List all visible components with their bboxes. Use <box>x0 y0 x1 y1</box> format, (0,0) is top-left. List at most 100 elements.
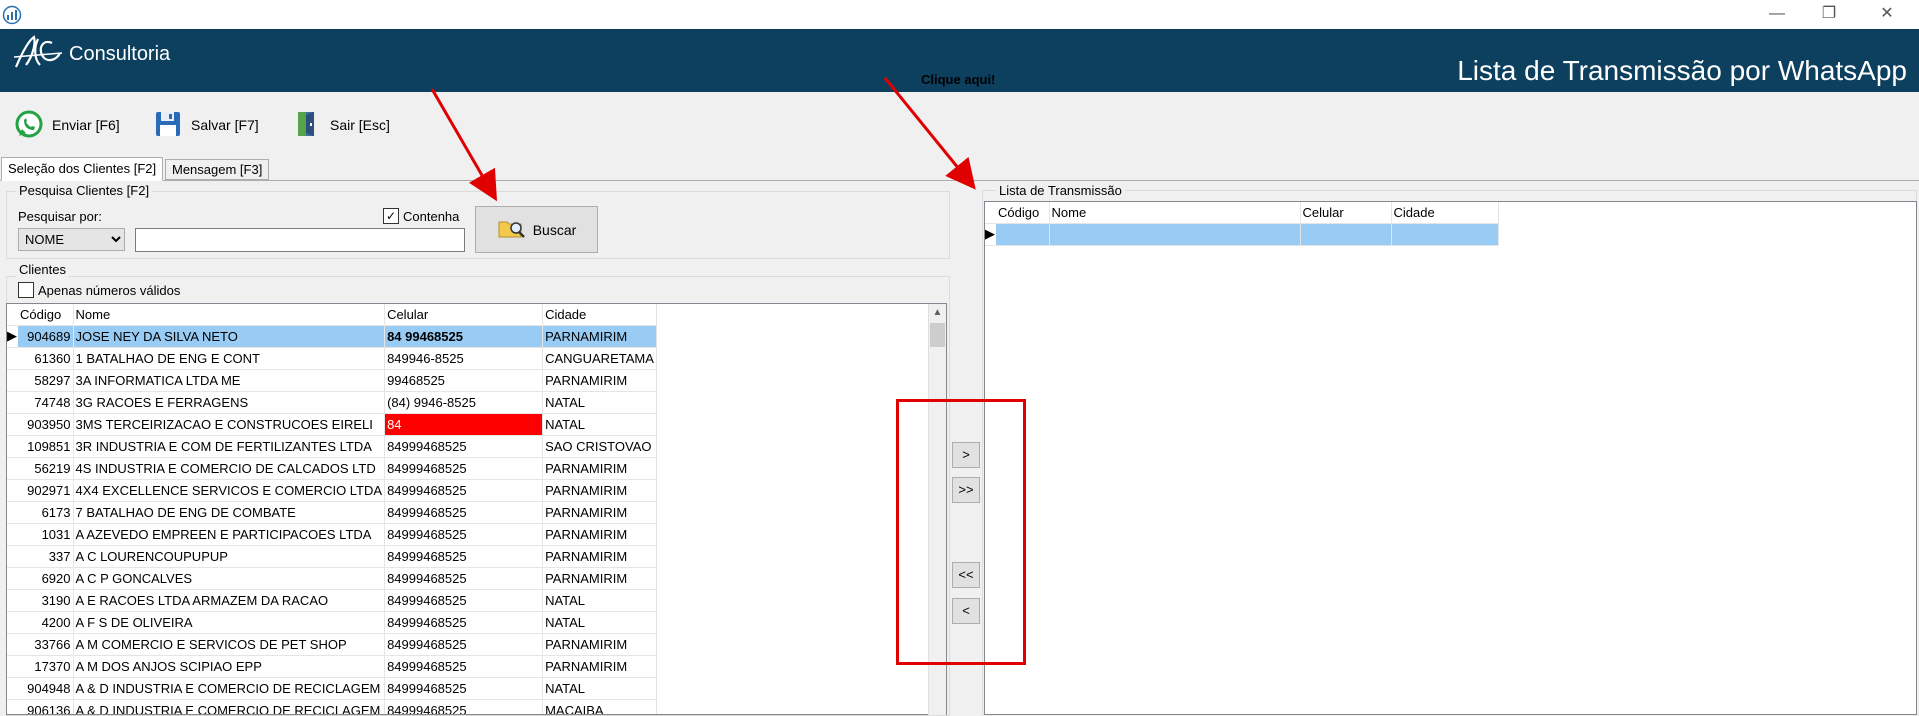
cell-nome[interactable]: A C P GONCALVES <box>73 567 386 590</box>
tab-selecao-clientes[interactable]: Seleção dos Clientes [F2] <box>1 157 164 181</box>
apenas-validos-checkbox[interactable]: Apenas números válidos <box>18 282 180 298</box>
cell-cidade[interactable]: MACAIBA <box>542 699 657 714</box>
cell-nome[interactable]: A E RACOES LTDA ARMAZEM DA RACAO <box>73 589 386 612</box>
cell-cidade[interactable]: PARNAMIRIM <box>542 567 657 590</box>
cell-cidade[interactable]: PARNAMIRIM <box>542 501 657 524</box>
cell-cidade[interactable]: NATAL <box>542 589 657 612</box>
cell-codigo[interactable]: 58297 <box>18 369 74 392</box>
cell-celular[interactable]: 84999468525 <box>384 479 544 502</box>
minimize-button[interactable]: — <box>1764 3 1790 25</box>
table-row[interactable]: ▶ <box>985 223 1499 246</box>
cell-cidade[interactable] <box>1391 223 1499 246</box>
scroll-thumb[interactable] <box>930 323 945 347</box>
cell-celular[interactable]: 849946-8525 <box>384 347 544 370</box>
cell-cidade[interactable]: PARNAMIRIM <box>542 633 657 656</box>
restore-button[interactable]: ❐ <box>1816 3 1842 25</box>
table-row[interactable]: 3190 A E RACOES LTDA ARMAZEM DA RACAO 8499… <box>7 589 657 612</box>
cell-cidade[interactable]: NATAL <box>542 677 657 700</box>
table-row[interactable]: 902971 4X4 EXCELLENCE SERVICOS E COMERCIO… <box>7 479 657 502</box>
table-row[interactable]: 58297 3A INFORMATICA LTDA ME 99468525 PARNA… <box>7 369 657 392</box>
cell-nome[interactable]: A & D INDUSTRIA E COMERCIO DE RECICLAGEM <box>73 699 386 714</box>
table-row[interactable]: 906136 A & D INDUSTRIA E COMERCIO DE RECI… <box>7 699 657 714</box>
cell-nome[interactable]: 3MS TERCEIRIZACAO E CONSTRUCOES EIRELI <box>73 413 386 436</box>
cell-celular[interactable]: 84999468525 <box>384 589 544 612</box>
cell-nome[interactable]: A F S DE OLIVEIRA <box>73 611 386 634</box>
cell-cidade[interactable]: SAO CRISTOVAO <box>542 435 657 458</box>
table-row[interactable]: 109851 3R INDUSTRIA E COM DE FERTILIZANTE… <box>7 435 657 458</box>
cell-cidade[interactable]: PARNAMIRIM <box>542 479 657 502</box>
cell-cidade[interactable]: PARNAMIRIM <box>542 325 657 348</box>
cell-celular[interactable]: 84999468525 <box>384 677 544 700</box>
cell-nome[interactable]: A M COMERCIO E SERVICOS DE PET SHOP <box>73 633 386 656</box>
cell-cidade[interactable]: PARNAMIRIM <box>542 369 657 392</box>
cell-nome[interactable]: 4X4 EXCELLENCE SERVICOS E COMERCIO LTDA <box>73 479 386 502</box>
table-row[interactable]: 4200 A F S DE OLIVEIRA 84999468525 NATAL <box>7 611 657 634</box>
cell-nome[interactable]: 3R INDUSTRIA E COM DE FERTILIZANTES LTDA <box>73 435 386 458</box>
cell-cidade[interactable]: NATAL <box>542 391 657 414</box>
cell-nome[interactable]: JOSE NEY DA SILVA NETO <box>73 325 386 348</box>
table-row[interactable]: 6920 A C P GONCALVES 84999468525 PARNAMIRIM <box>7 567 657 590</box>
col-codigo[interactable]: Código <box>996 202 1050 224</box>
table-row[interactable]: ▶ 904689 JOSE NEY DA SILVA NETO 84 9946852… <box>7 325 657 348</box>
cell-nome[interactable]: A M DOS ANJOS SCIPIAO EPP <box>73 655 386 678</box>
cell-cidade[interactable]: NATAL <box>542 611 657 634</box>
cell-celular[interactable]: 84999468525 <box>384 501 544 524</box>
cell-codigo[interactable]: 3190 <box>18 589 74 612</box>
cell-codigo[interactable]: 902971 <box>18 479 74 502</box>
cell-cidade[interactable]: PARNAMIRIM <box>542 523 657 546</box>
cell-codigo[interactable]: 61360 <box>18 347 74 370</box>
cell-codigo[interactable]: 4200 <box>18 611 74 634</box>
cell-cidade[interactable]: PARNAMIRIM <box>542 655 657 678</box>
cell-codigo[interactable]: 906136 <box>18 699 74 714</box>
table-row[interactable]: 6173 7 BATALHAO DE ENG DE COMBATE 84999468… <box>7 501 657 524</box>
cell-celular[interactable]: 84999468525 <box>384 457 544 480</box>
cell-celular[interactable]: 84999468525 <box>384 545 544 568</box>
col-codigo[interactable]: Código <box>18 304 74 326</box>
pesquisar-por-select[interactable]: NOME <box>18 228 125 251</box>
cell-codigo[interactable]: 904948 <box>18 677 74 700</box>
col-nome[interactable]: Nome <box>73 304 386 326</box>
cell-codigo[interactable]: 6920 <box>18 567 74 590</box>
salvar-button[interactable]: Salvar [F7] <box>153 108 259 142</box>
cell-celular[interactable]: 99468525 <box>384 369 544 392</box>
cell-celular[interactable]: 84999468525 <box>384 611 544 634</box>
cell-codigo[interactable]: 109851 <box>18 435 74 458</box>
cell-nome[interactable]: 3G RACOES E FERRAGENS <box>73 391 386 414</box>
cell-celular[interactable]: 84 <box>384 413 544 436</box>
cell-celular[interactable]: 84 99468525 <box>384 325 544 348</box>
cell-nome[interactable]: 7 BATALHAO DE ENG DE COMBATE <box>73 501 386 524</box>
cell-celular[interactable]: 84999468525 <box>384 633 544 656</box>
cell-codigo[interactable]: 33766 <box>18 633 74 656</box>
col-cidade[interactable]: Cidade <box>542 304 657 326</box>
cell-codigo[interactable]: 56219 <box>18 457 74 480</box>
table-row[interactable]: 56219 4S INDUSTRIA E COMERCIO DE CALCADOS… <box>7 457 657 480</box>
cell-cidade[interactable]: CANGUARETAMA <box>542 347 657 370</box>
table-row[interactable]: 1031 A AZEVEDO EMPREEN E PARTICIPACOES LT… <box>7 523 657 546</box>
cell-celular[interactable]: 84999468525 <box>384 523 544 546</box>
table-row[interactable]: 904948 A & D INDUSTRIA E COMERCIO DE RECI… <box>7 677 657 700</box>
cell-cidade[interactable]: NATAL <box>542 413 657 436</box>
cell-codigo[interactable]: 903950 <box>18 413 74 436</box>
cell-nome[interactable]: A AZEVEDO EMPREEN E PARTICIPACOES LTDA <box>73 523 386 546</box>
cell-codigo[interactable]: 17370 <box>18 655 74 678</box>
table-row[interactable]: 903950 3MS TERCEIRIZACAO E CONSTRUCOES EI… <box>7 413 657 436</box>
table-row[interactable]: 337 A C LOURENCOUPUPUP 84999468525 PARNAMIR… <box>7 545 657 568</box>
enviar-button[interactable]: Enviar [F6] <box>14 108 120 142</box>
cell-codigo[interactable] <box>996 223 1050 246</box>
cell-celular[interactable]: 84999468525 <box>384 699 544 714</box>
cell-nome[interactable]: A & D INDUSTRIA E COMERCIO DE RECICLAGEM <box>73 677 386 700</box>
cell-codigo[interactable]: 904689 <box>18 325 74 348</box>
tab-mensagem[interactable]: Mensagem [F3] <box>165 159 270 180</box>
close-button[interactable]: ✕ <box>1874 3 1900 25</box>
col-cidade[interactable]: Cidade <box>1391 202 1499 224</box>
col-celular[interactable]: Celular <box>384 304 544 326</box>
table-row[interactable]: 33766 A M COMERCIO E SERVICOS DE PET SHOP… <box>7 633 657 656</box>
cell-celular[interactable]: 84999468525 <box>384 567 544 590</box>
cell-cidade[interactable]: PARNAMIRIM <box>542 545 657 568</box>
sair-button[interactable]: Sair [Esc] <box>292 108 390 142</box>
cell-nome[interactable]: 4S INDUSTRIA E COMERCIO DE CALCADOS LTD <box>73 457 386 480</box>
col-celular[interactable]: Celular <box>1300 202 1392 224</box>
cell-cidade[interactable]: PARNAMIRIM <box>542 457 657 480</box>
contenha-checkbox[interactable]: ✓ Contenha <box>383 208 459 224</box>
cell-codigo[interactable]: 74748 <box>18 391 74 414</box>
